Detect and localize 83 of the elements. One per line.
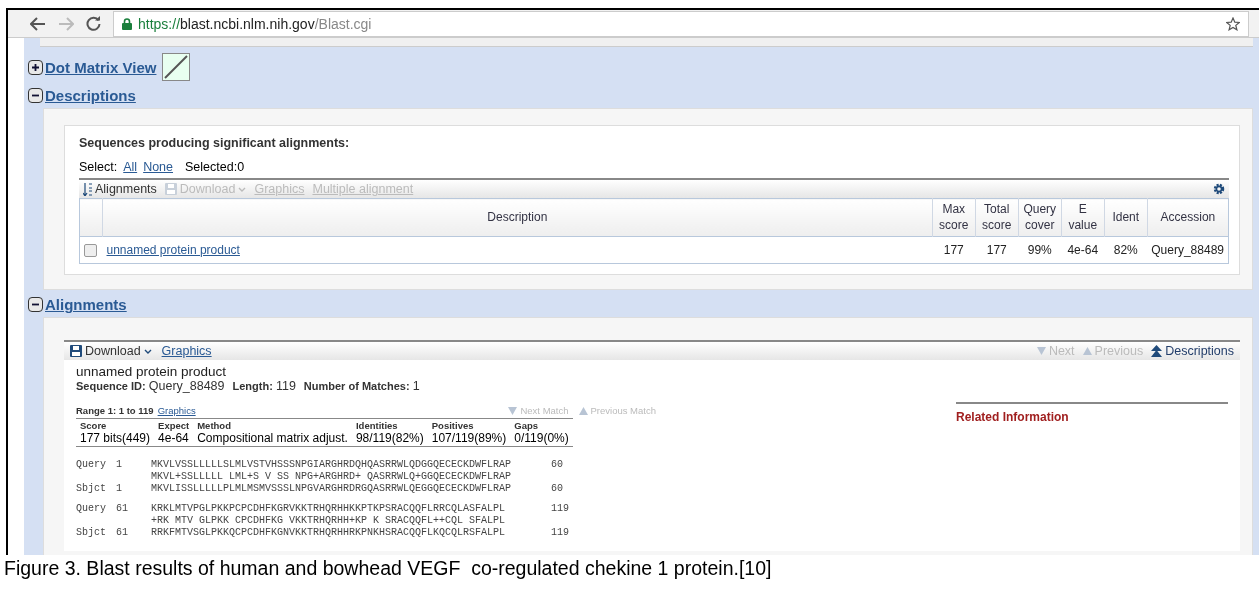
- sequence-line: MKVLISSLLLLLPLMLMSMVSSSLNPGVARGHRDRGQASRRWLQEGGQECECKDWFLRAP: [151, 483, 513, 496]
- seq-label: Query: [76, 459, 107, 472]
- table-cell: 177: [932, 236, 976, 264]
- seq-label: Query: [76, 503, 107, 516]
- selected-count: Selected:0: [185, 160, 245, 174]
- stat-value: Compositional matrix adjust.: [197, 431, 348, 446]
- table-cell: Query_88489: [1147, 236, 1229, 264]
- column-header[interactable]: Description: [102, 198, 933, 237]
- table-cell: 82%: [1104, 236, 1148, 264]
- column-header[interactable]: E value: [1061, 198, 1105, 237]
- meta-field: Length: 119: [232, 379, 296, 394]
- sequence-line: KRKLMTVPGLPKKPCPCDHFKGRVKKTRHQRHHKKPTKPSRACQQFLRRCQLASFALPL: [151, 503, 507, 516]
- stat-value: 98/119(82%): [355, 431, 424, 446]
- graphics-link[interactable]: Graphics: [161, 344, 212, 359]
- download-button[interactable]: Download: [70, 344, 152, 359]
- sequence-line: RRKFMTVSGLPKKQCPCDHFKGNVKKTRHQRHHRKPNKHSRACQQFLKQCQLRSFALPL: [151, 527, 507, 540]
- caret-icon: [143, 348, 152, 354]
- meta-field: Number of Matches: 1: [303, 379, 420, 394]
- section-link[interactable]: Dot Matrix View: [45, 58, 157, 76]
- section-link[interactable]: Alignments: [45, 296, 127, 314]
- select-link[interactable]: None: [143, 160, 173, 174]
- column-header[interactable]: Max score: [932, 198, 976, 237]
- expand-icon[interactable]: [28, 59, 43, 75]
- seq-position: 1: [116, 483, 123, 496]
- related-heading: Related Information: [956, 410, 1070, 425]
- seq-position: 61: [116, 503, 129, 516]
- stat-header: Gaps: [514, 420, 540, 432]
- reload-button[interactable]: [86, 16, 101, 31]
- nav-button[interactable]: Descriptions: [1151, 344, 1234, 359]
- section-link[interactable]: Descriptions: [45, 87, 136, 104]
- sort-icon: [83, 182, 92, 196]
- diagonal-line-icon[interactable]: [162, 53, 191, 81]
- stat-value: 0/119(0%): [514, 431, 569, 446]
- collapse-icon[interactable]: [28, 297, 43, 313]
- sequence-line: +RK MTV GLPKK CPCDHFKG VKKTRHQRHH+KP K SRACQQFL++CQL SFALPL: [151, 515, 507, 528]
- alignments-sort-button[interactable]: Alignments: [83, 182, 157, 196]
- column-header[interactable]: Query cover: [1018, 198, 1062, 237]
- double-up-arrow-icon: [1151, 345, 1163, 358]
- bookmark-star-icon[interactable]: [1226, 16, 1240, 31]
- up-triangle-icon: [578, 406, 588, 415]
- seq-position: 60: [551, 483, 564, 496]
- column-header[interactable]: Ident: [1104, 198, 1148, 237]
- results-heading: Sequences producing significant alignments:: [79, 136, 351, 150]
- collapse-icon[interactable]: [28, 88, 43, 103]
- column-header[interactable]: Total score: [975, 198, 1019, 237]
- seq-position: 119: [551, 503, 570, 516]
- caret-icon: [238, 186, 247, 192]
- settings-icon[interactable]: [1213, 183, 1225, 195]
- seq-position: 119: [551, 527, 570, 540]
- hit-title: unnamed protein product: [76, 364, 228, 380]
- down-triangle-icon: [508, 406, 518, 415]
- description-link[interactable]: unnamed protein product: [106, 243, 240, 258]
- address-bar[interactable]: https://blast.ncbi.nlm.nih.gov/Blast.cgi: [113, 10, 1249, 37]
- table-cell: 177: [975, 236, 1019, 264]
- table-cell: 99%: [1018, 236, 1062, 264]
- select-label: Select:: [79, 160, 118, 174]
- stat-header: Method: [197, 420, 232, 432]
- seq-position: 1: [116, 459, 123, 472]
- seq-label: Sbjct: [76, 483, 107, 496]
- seq-label: Sbjct: [76, 527, 107, 540]
- table-cell: 4e-64: [1061, 236, 1105, 264]
- back-button[interactable]: [30, 16, 46, 31]
- stat-header: Score: [80, 420, 108, 432]
- select-link[interactable]: All: [123, 160, 138, 174]
- lock-icon: [122, 17, 132, 30]
- seq-position: 61: [116, 527, 129, 540]
- seq-position: 60: [551, 459, 564, 472]
- meta-field: Sequence ID: Query_88489: [76, 379, 225, 394]
- stat-header: Expect: [158, 420, 190, 432]
- row-checkbox[interactable]: [84, 243, 97, 257]
- sequence-line: MKVLVSSLLLLLSLMLVSTVHSSSNPGIARGHRDQHQASRRWLQDGGQECECKDWFLRAP: [151, 459, 513, 472]
- stat-header: Identities: [355, 420, 399, 432]
- graphics-link[interactable]: Graphics: [157, 405, 196, 417]
- stat-value: 4e-64: [158, 431, 190, 446]
- stat-header: Positives: [431, 420, 475, 432]
- up-triangle-icon: [1082, 347, 1092, 356]
- range-label: Range 1: 1 to 119: [76, 405, 154, 417]
- sequence-line: MKVL+SSLLLLL LML+S V SS NPG+ARGHRD+ QASRRWLQ+GGQECECKDWFLRAP: [151, 471, 513, 484]
- stat-value: 177 bits(449): [80, 431, 151, 446]
- down-triangle-icon: [1036, 347, 1046, 356]
- figure-caption: Figure 3. Blast results of human and bowhead VEGF co-regulated chekine 1 protein.[10]: [3, 556, 773, 580]
- stat-value: 107/119(89%): [431, 431, 507, 446]
- column-header[interactable]: Accession: [1147, 198, 1229, 237]
